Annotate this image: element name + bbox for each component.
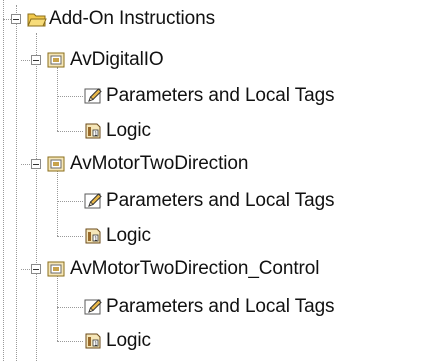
tree-node-item-3-label: AvMotorTwoDirection_Control xyxy=(70,258,320,279)
logic-routine-icon: 1 xyxy=(85,333,101,349)
logic-routine-icon: 1 xyxy=(85,228,101,244)
tree-line-root xyxy=(3,19,11,20)
tree-node-item-2-params-label: Parameters and Local Tags xyxy=(106,190,335,211)
svg-text:1: 1 xyxy=(94,131,97,137)
collapse-toggle-item-3[interactable] xyxy=(31,264,41,274)
tree-node-item-1[interactable]: AvDigitalIO xyxy=(70,42,164,78)
tree-node-item-1-logic[interactable]: Logic xyxy=(106,113,151,149)
logic-routine-icon: 1 xyxy=(85,123,101,139)
tree-node-item-3[interactable]: AvMotorTwoDirection_Control xyxy=(70,251,319,287)
tree-line-root-trunk xyxy=(16,5,17,361)
tree-line-item-2-child-1 xyxy=(57,201,83,202)
tree-node-item-3-params[interactable]: Parameters and Local Tags xyxy=(106,289,335,325)
tree-line-item-1-children xyxy=(57,67,58,131)
tree-line-item-2-child-2 xyxy=(57,236,83,237)
tree-line-item-1-child-2 xyxy=(57,131,83,132)
tree-node-root-label: Add-On Instructions xyxy=(49,8,216,29)
collapse-toggle-item-2[interactable] xyxy=(31,159,41,169)
tree-line-aoi-trunk xyxy=(36,33,37,361)
pencil-tags-icon xyxy=(84,299,102,315)
tree-node-item-3-logic-label: Logic xyxy=(106,330,151,351)
add-on-instruction-icon xyxy=(47,261,65,277)
pencil-tags-icon xyxy=(84,193,102,209)
tree-line-item-2-children xyxy=(57,170,58,236)
svg-text:1: 1 xyxy=(94,236,97,242)
tree-line-item-3-children xyxy=(57,275,58,341)
tree-node-root[interactable]: Add-On Instructions xyxy=(49,1,215,37)
tree-node-item-2-label: AvMotorTwoDirection xyxy=(70,153,249,174)
collapse-toggle-root[interactable] xyxy=(11,14,21,24)
pencil-tags-icon xyxy=(84,88,102,104)
tree-node-item-3-logic[interactable]: Logic xyxy=(106,323,151,359)
project-tree: Add-On Instructions AvDigitalIO Paramete… xyxy=(0,0,425,361)
tree-node-item-1-params[interactable]: Parameters and Local Tags xyxy=(106,78,335,114)
tree-node-item-1-params-label: Parameters and Local Tags xyxy=(106,85,335,106)
folder-open-icon xyxy=(27,13,47,27)
tree-line-item-3-child-2 xyxy=(57,341,83,342)
tree-node-item-2[interactable]: AvMotorTwoDirection xyxy=(70,146,248,182)
collapse-toggle-item-1[interactable] xyxy=(31,55,41,65)
tree-node-item-1-logic-label: Logic xyxy=(106,120,151,141)
add-on-instruction-icon xyxy=(47,52,65,68)
tree-node-item-2-logic[interactable]: Logic xyxy=(106,218,151,254)
tree-node-item-1-label: AvDigitalIO xyxy=(70,49,164,70)
tree-line-item-1-child-1 xyxy=(57,96,83,97)
tree-node-item-2-logic-label: Logic xyxy=(106,225,151,246)
tree-node-item-3-params-label: Parameters and Local Tags xyxy=(106,296,335,317)
add-on-instruction-icon xyxy=(47,156,65,172)
tree-line-left-edge xyxy=(3,0,4,361)
svg-text:1: 1 xyxy=(94,341,97,347)
tree-node-item-2-params[interactable]: Parameters and Local Tags xyxy=(106,183,335,219)
tree-line-item-3-child-1 xyxy=(57,307,83,308)
